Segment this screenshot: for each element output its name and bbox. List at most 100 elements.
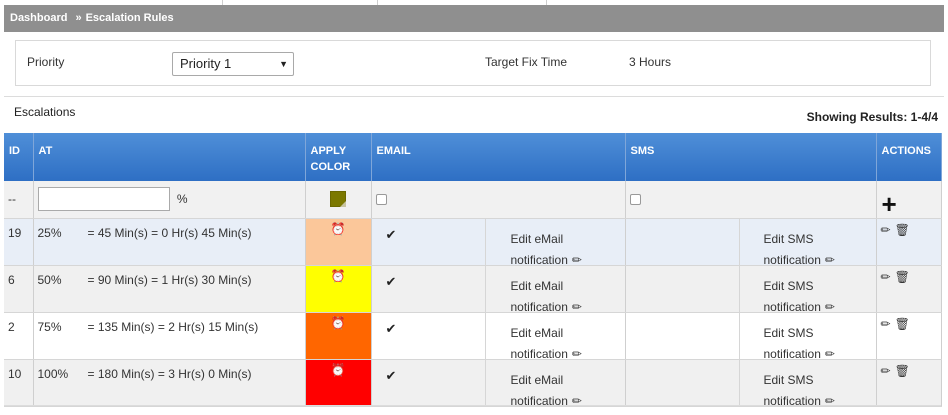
row-at-cell: 50% = 90 Min(s) = 1 Hr(s) 30 Min(s)	[33, 265, 306, 313]
breadcrumb-separator: »	[75, 12, 82, 24]
trash-icon[interactable]: 🗑	[895, 317, 910, 331]
alarm-clock-icon: ⏰	[330, 268, 346, 283]
row-percent: 50%	[37, 272, 62, 287]
row-sms-cell: Edit SMS notification ✏	[625, 359, 877, 408]
breadcrumb-current: Escalation Rules	[85, 12, 174, 24]
cell-divider	[738, 218, 740, 265]
check-icon: ✔	[385, 367, 397, 383]
email-checkbox[interactable]	[375, 193, 387, 205]
breadcrumb-dashboard-link[interactable]: Dashboard	[10, 12, 67, 24]
row-email-cell: ✔ Edit eMail notification ✏	[371, 359, 626, 408]
column-header-at: AT	[33, 133, 306, 181]
caret-down-icon: ▼	[279, 59, 288, 69]
column-header-sms: SMS	[625, 133, 877, 181]
escalations-table: ID AT APPLY COLOR EMAIL SMS ACTIONS -- %…	[4, 133, 942, 408]
breadcrumb: Dashboard » Escalation Rules	[4, 5, 944, 32]
row-at-cell: 75% = 135 Min(s) = 2 Hr(s) 15 Min(s)	[33, 312, 306, 360]
add-escalation-row: -- % +	[4, 181, 942, 219]
row-color-cell[interactable]: ⏰	[305, 218, 372, 266]
trash-icon[interactable]: 🗑	[895, 223, 910, 237]
edit-sms-label: Edit SMS notification	[763, 278, 821, 314]
row-percent: 25%	[37, 225, 62, 240]
priority-select-value: Priority 1	[180, 56, 232, 71]
add-row-color-cell	[305, 181, 372, 219]
cell-divider	[738, 359, 740, 406]
row-email-cell: ✔ Edit eMail notification ✏	[371, 218, 626, 267]
column-header-id: ID	[4, 133, 34, 181]
row-actions-cell: ✏ 🗑	[876, 218, 942, 266]
row-email-cell: ✔ Edit eMail notification ✏	[371, 312, 626, 361]
percent-input[interactable]	[37, 187, 170, 212]
row-id: 2	[4, 312, 34, 360]
row-sms-cell: Edit SMS notification ✏	[625, 218, 877, 267]
pencil-icon: ✏	[571, 393, 582, 408]
row-actions-cell: ✏ 🗑	[876, 359, 942, 407]
column-header-email: EMAIL	[371, 133, 626, 181]
row-duration: = 90 Min(s) = 1 Hr(s) 30 Min(s)	[87, 272, 252, 287]
edit-sms-label: Edit SMS notification	[763, 325, 821, 361]
priority-panel: Priority Priority 1 ▼ Target Fix Time 3 …	[15, 40, 931, 86]
escalations-title: Escalations	[14, 105, 76, 119]
row-color-cell[interactable]: ⏰	[305, 359, 372, 407]
column-header-actions: ACTIONS	[876, 133, 942, 181]
check-icon: ✔	[385, 273, 397, 289]
table-header-row: ID AT APPLY COLOR EMAIL SMS ACTIONS	[4, 133, 942, 181]
cell-divider	[738, 265, 740, 312]
row-at-cell: 100% = 180 Min(s) = 3 Hr(s) 0 Min(s)	[33, 359, 306, 407]
pencil-icon[interactable]: ✏	[881, 223, 891, 237]
cell-divider	[738, 312, 740, 359]
pencil-icon: ✏	[824, 393, 835, 408]
table-row: 19 25% = 45 Min(s) = 0 Hr(s) 45 Min(s) ⏰ …	[4, 218, 942, 267]
edit-email-label: Edit eMail notification	[510, 231, 568, 267]
trash-icon[interactable]: 🗑	[895, 364, 910, 378]
cell-divider	[484, 312, 486, 359]
sms-checkbox[interactable]	[629, 193, 641, 205]
row-percent: 100%	[37, 366, 69, 381]
edit-email-label: Edit eMail notification	[510, 278, 568, 314]
priority-label: Priority	[27, 55, 65, 69]
row-color-cell[interactable]: ⏰	[305, 312, 372, 360]
alarm-clock-icon: ⏰	[330, 315, 346, 330]
row-actions-cell: ✏ 🗑	[876, 312, 942, 360]
pencil-icon[interactable]: ✏	[881, 317, 891, 331]
color-picker-swatch[interactable]	[330, 191, 346, 208]
add-row-id: --	[4, 181, 34, 219]
row-email-cell: ✔ Edit eMail notification ✏	[371, 265, 626, 314]
row-duration: = 180 Min(s) = 3 Hr(s) 0 Min(s)	[87, 366, 252, 381]
cell-divider	[484, 218, 486, 265]
add-row-email-cell	[371, 181, 626, 219]
alarm-clock-icon: ⏰	[330, 221, 346, 236]
add-row-actions-cell: +	[876, 181, 942, 219]
bottom-divider	[4, 405, 941, 406]
section-divider	[4, 96, 944, 97]
edit-sms-label: Edit SMS notification	[763, 372, 821, 408]
cell-divider	[484, 265, 486, 312]
row-duration: = 45 Min(s) = 0 Hr(s) 45 Min(s)	[87, 225, 252, 240]
results-count: Showing Results: 1-4/4	[806, 110, 938, 124]
column-header-apply-color: APPLY COLOR	[305, 133, 372, 181]
row-id: 6	[4, 265, 34, 313]
pencil-icon[interactable]: ✏	[881, 364, 891, 378]
plus-icon[interactable]: +	[882, 191, 937, 217]
priority-select[interactable]: Priority 1 ▼	[172, 52, 294, 76]
cell-divider	[484, 359, 486, 406]
row-id: 19	[4, 218, 34, 266]
row-sms-cell: Edit SMS notification ✏	[625, 312, 877, 361]
check-icon: ✔	[385, 320, 397, 336]
table-row: 10 100% = 180 Min(s) = 3 Hr(s) 0 Min(s) ⏰…	[4, 359, 942, 408]
edit-email-label: Edit eMail notification	[510, 372, 568, 408]
table-row: 6 50% = 90 Min(s) = 1 Hr(s) 30 Min(s) ⏰ ✔…	[4, 265, 942, 314]
table-row: 2 75% = 135 Min(s) = 2 Hr(s) 15 Min(s) ⏰ …	[4, 312, 942, 361]
edit-sms-label: Edit SMS notification	[763, 231, 821, 267]
trash-icon[interactable]: 🗑	[895, 270, 910, 284]
target-fix-time-label: Target Fix Time	[485, 55, 568, 69]
add-row-at-cell: %	[33, 181, 306, 219]
row-at-cell: 25% = 45 Min(s) = 0 Hr(s) 45 Min(s)	[33, 218, 306, 266]
row-percent: 75%	[37, 319, 62, 334]
row-color-cell[interactable]: ⏰	[305, 265, 372, 313]
edit-email-label: Edit eMail notification	[510, 325, 568, 361]
target-fix-time-value: 3 Hours	[629, 55, 672, 69]
alarm-clock-icon: ⏰	[330, 362, 346, 377]
row-sms-cell: Edit SMS notification ✏	[625, 265, 877, 314]
pencil-icon[interactable]: ✏	[881, 270, 891, 284]
